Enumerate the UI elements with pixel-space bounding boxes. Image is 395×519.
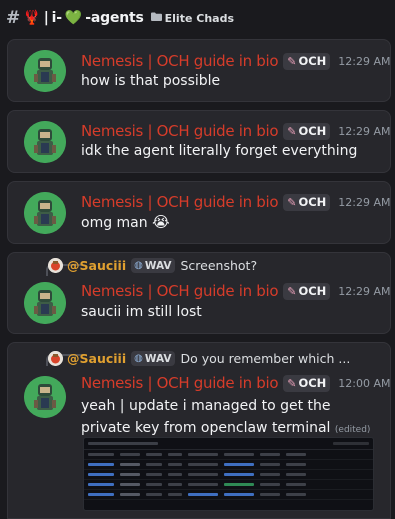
image-attachment[interactable] [83,437,374,511]
timestamp: 12:29 AM [338,54,391,68]
avatar[interactable] [24,121,66,163]
username[interactable]: Nemesis | OCH guide in bio [81,282,279,300]
guild-tag-label: OCH [298,124,327,138]
guild-tag[interactable]: ✎ OCH [283,52,331,70]
avatar[interactable] [24,50,66,92]
guild-tag-label: OCH [298,195,327,209]
attachment-toolbar [84,438,373,450]
attachment-row [84,490,373,500]
reply-text: Screenshot? [180,258,258,273]
attachment-row [84,470,373,480]
wave-icon: ◍ [134,260,143,271]
reply-text: Do you remember which ... [180,351,351,366]
attachment-header-row [84,450,373,460]
reply-preview[interactable]: @Sauciii ◍ WAV Do you remember which ... [48,351,350,366]
reply-guild-tag-label: WAV [144,259,172,272]
message-card[interactable]: @Sauciii ◍ WAV Screenshot? Nemesis | OCH … [7,252,391,334]
channel-name-suffix[interactable]: -agents [85,10,144,26]
message-text: omg man 😭 [81,213,170,231]
reply-guild-tag[interactable]: ◍ WAV [131,351,175,366]
timestamp: 12:29 AM [338,124,391,138]
reply-guild-tag-label: WAV [144,352,172,365]
reply-avatar [48,351,63,366]
avatar[interactable] [24,282,66,324]
message-text-body: yeah | update i managed to get the priva… [81,398,331,436]
channel-name-prefix[interactable]: i- [52,10,62,26]
wave-icon: ◍ [134,353,143,364]
guild-tag[interactable]: ✎ OCH [283,122,331,140]
avatar[interactable] [24,376,66,418]
folder-icon [150,12,162,24]
reply-avatar [48,258,63,273]
syringe-icon: ✎ [287,195,297,209]
message-text: yeah | update i managed to get the priva… [81,395,381,441]
avatar[interactable] [24,192,66,234]
crying-face-emoji: 😭 [152,213,170,231]
attachment-row [84,460,373,470]
username[interactable]: Nemesis | OCH guide in bio [81,374,279,392]
guild-tag[interactable]: ✎ OCH [283,282,331,300]
edited-marker: (edited) [334,425,371,435]
guild-tag[interactable]: ✎ OCH [283,374,331,392]
message-card[interactable]: Nemesis | OCH guide in bio ✎ OCH 12:29 AM… [7,181,391,244]
username[interactable]: Nemesis | OCH guide in bio [81,193,279,211]
syringe-icon: ✎ [287,284,297,298]
guild-tag-label: OCH [298,284,327,298]
message-text: idk the agent literally forget everythin… [81,143,358,159]
attachment-row [84,480,373,490]
guild-tag[interactable]: ✎ OCH [283,193,331,211]
message-text: saucii im still lost [81,304,202,320]
reply-guild-tag[interactable]: ◍ WAV [131,258,175,273]
message-text: how is that possible [81,73,221,89]
guild-tag-label: OCH [298,376,327,390]
reply-username[interactable]: @Sauciii [67,351,126,366]
timestamp: 12:29 AM [338,195,391,209]
username[interactable]: Nemesis | OCH guide in bio [81,52,279,70]
reply-preview[interactable]: @Sauciii ◍ WAV Screenshot? [48,258,257,273]
syringe-icon: ✎ [287,376,297,390]
syringe-icon: ✎ [287,54,297,68]
breadcrumb[interactable]: Elite Chads [165,12,234,25]
timestamp: 12:00 AM [338,376,391,390]
channel-separator: | [43,10,49,26]
message-card[interactable]: Nemesis | OCH guide in bio ✎ OCH 12:29 AM… [7,110,391,173]
green-heart-emoji: 💚 [64,10,83,26]
timestamp: 12:29 AM [338,284,391,298]
channel-header: # 🦞 | i- 💚 -agents Elite Chads [0,0,395,36]
channel-hash-icon: # [6,8,21,28]
username[interactable]: Nemesis | OCH guide in bio [81,122,279,140]
message-card[interactable]: Nemesis | OCH guide in bio ✎ OCH 12:29 AM… [7,39,391,102]
guild-tag-label: OCH [298,54,327,68]
reply-username[interactable]: @Sauciii [67,258,126,273]
lobster-emoji: 🦞 [23,10,41,26]
message-text-body: omg man [81,215,148,231]
syringe-icon: ✎ [287,124,297,138]
